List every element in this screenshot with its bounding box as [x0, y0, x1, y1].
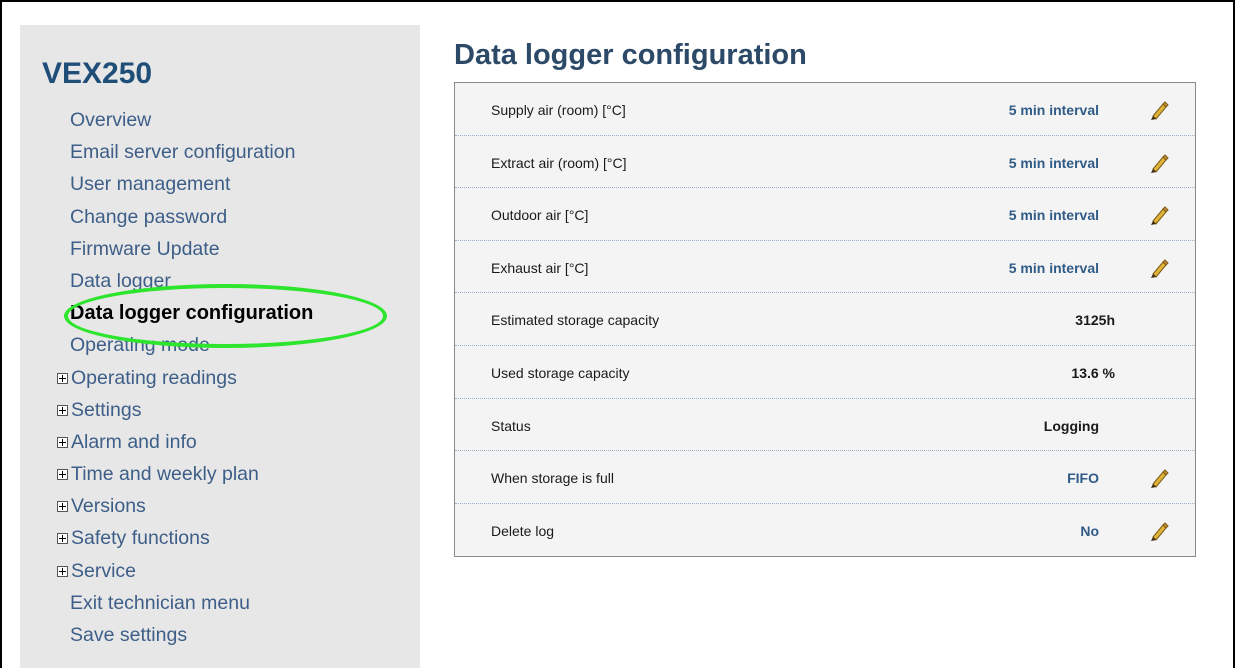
config-row-estimated-storage-capacity: Estimated storage capacity 3125h — [455, 293, 1195, 346]
brand-title: VEX250 — [42, 57, 153, 90]
sidebar-item-save-settings[interactable]: Save settings — [70, 623, 313, 655]
sidebar-item-versions[interactable]: Versions — [57, 494, 313, 526]
sidebar-item-label: Overview — [70, 109, 152, 131]
pencil-icon[interactable] — [1148, 257, 1170, 279]
sidebar-nav: Overview Email server configuration User m… — [57, 108, 313, 655]
plus-box-icon[interactable] — [57, 469, 68, 481]
plus-box-icon[interactable] — [57, 372, 68, 384]
sidebar-item-label: Versions — [71, 495, 146, 518]
row-label: Status — [491, 417, 531, 434]
row-value[interactable]: 5 min interval — [1009, 207, 1099, 223]
sidebar-item-overview[interactable]: Overview — [70, 108, 313, 140]
sidebar-item-data-logger[interactable]: Data logger — [70, 269, 313, 301]
sidebar-item-label: Save settings — [70, 624, 188, 646]
sidebar-item-operating-mode[interactable]: Operating mode — [70, 333, 313, 365]
sidebar-item-label: Exit technician menu — [70, 591, 250, 614]
row-label: Outdoor air [°C] — [491, 207, 589, 224]
row-value: 13.6 % — [1071, 364, 1115, 381]
sidebar-item-label: Service — [71, 559, 137, 582]
sidebar-item-data-logger-configuration[interactable]: Data logger configuration — [70, 301, 313, 333]
row-value[interactable]: 5 min interval — [1009, 260, 1099, 276]
sidebar-item-alarm-and-info[interactable]: Alarm and info — [57, 430, 313, 462]
row-label: Supply air (room) [°C] — [491, 102, 626, 118]
pencil-icon[interactable] — [1148, 520, 1170, 542]
sidebar-item-label: Time and weekly plan — [71, 463, 259, 486]
pencil-icon[interactable] — [1148, 99, 1170, 121]
config-panel: Supply air (room) [°C] 5 min interval Extr… — [454, 82, 1196, 557]
row-label: Extract air (room) [°C] — [491, 154, 627, 171]
sidebar-item-exit-technician-menu[interactable]: Exit technician menu — [70, 591, 313, 623]
sidebar-item-label: Firmware Update — [70, 237, 220, 260]
sidebar-item-label: User management — [70, 173, 231, 196]
row-value: 3125h — [1075, 312, 1115, 329]
row-label: Estimated storage capacity — [491, 312, 660, 329]
sidebar-item-safety-functions[interactable]: Safety functions — [57, 526, 313, 558]
row-value: Logging — [1043, 417, 1099, 434]
sidebar-item-label: Settings — [71, 398, 142, 421]
config-row-outdoor-air-c: Outdoor air [°C] 5 min interval — [455, 188, 1195, 241]
row-value[interactable]: 5 min interval — [1009, 155, 1099, 171]
config-row-supply-air-room-c: Supply air (room) [°C] 5 min interval — [455, 83, 1195, 136]
sidebar-item-settings[interactable]: Settings — [57, 398, 313, 430]
row-value[interactable]: 5 min interval — [1009, 102, 1099, 118]
row-value[interactable]: No — [1080, 523, 1099, 539]
sidebar-item-change-password[interactable]: Change password — [70, 205, 313, 237]
plus-box-icon[interactable] — [57, 565, 68, 577]
sidebar-item-label: Operating readings — [71, 366, 237, 389]
pencil-icon[interactable] — [1148, 152, 1170, 174]
sidebar-item-operating-readings[interactable]: Operating readings — [57, 366, 313, 398]
row-label: Used storage capacity — [491, 364, 630, 381]
config-row-delete-log: Delete log No — [455, 504, 1195, 557]
sidebar-item-label: Safety functions — [71, 527, 210, 550]
plus-box-icon[interactable] — [57, 533, 68, 545]
config-row-used-storage-capacity: Used storage capacity 13.6 % — [455, 346, 1195, 399]
sidebar-item-label: Operating mode — [70, 334, 210, 357]
row-label: Exhaust air [°C] — [491, 259, 589, 276]
sidebar-item-service[interactable]: Service — [57, 559, 313, 591]
plus-box-icon[interactable] — [57, 436, 68, 448]
sidebar-item-email-server-configuration[interactable]: Email server configuration — [70, 140, 313, 172]
config-row-when-storage-is-full: When storage is full FIFO — [455, 451, 1195, 504]
row-value[interactable]: FIFO — [1067, 470, 1099, 486]
pencil-icon[interactable] — [1148, 467, 1170, 489]
sidebar-item-label: Change password — [70, 205, 228, 228]
plus-box-icon[interactable] — [57, 404, 68, 416]
sidebar-item-firmware-update[interactable]: Firmware Update — [70, 237, 313, 269]
plus-box-icon[interactable] — [57, 501, 68, 513]
row-label: When storage is full — [491, 470, 614, 487]
sidebar-item-label: Data logger — [70, 269, 171, 292]
page-title: Data logger configuration — [454, 39, 807, 71]
config-row-extract-air-room-c: Extract air (room) [°C] 5 min interval — [455, 136, 1195, 189]
sidebar-item-label: Alarm and info — [71, 430, 197, 453]
config-row-status: Status Logging — [455, 399, 1195, 452]
row-label: Delete log — [491, 522, 555, 539]
sidebar: VEX250 Overview Email server configuratio… — [20, 25, 420, 668]
sidebar-item-time-and-weekly-plan[interactable]: Time and weekly plan — [57, 462, 313, 494]
config-row-exhaust-air-c: Exhaust air [°C] 5 min interval — [455, 241, 1195, 294]
sidebar-item-user-management[interactable]: User management — [70, 172, 313, 204]
pencil-icon[interactable] — [1148, 204, 1170, 226]
sidebar-item-label: Data logger configuration — [70, 302, 314, 325]
sidebar-item-label: Email server configuration — [70, 141, 296, 164]
